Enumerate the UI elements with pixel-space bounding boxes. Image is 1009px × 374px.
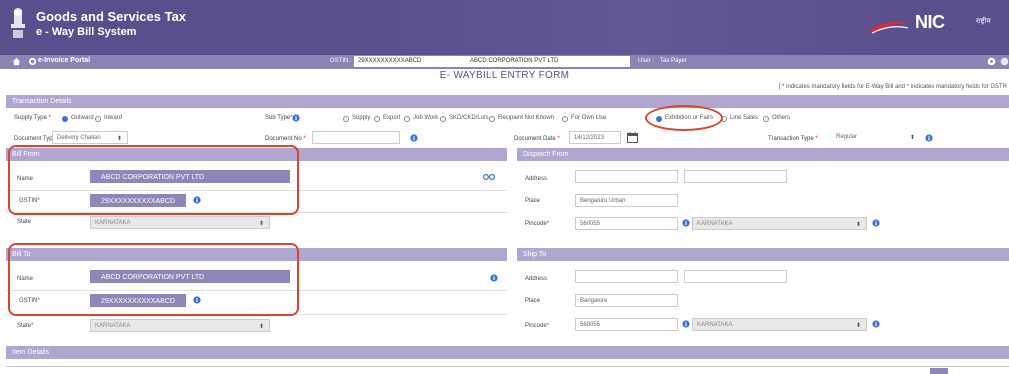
dispatch-from-header: Dispatch From xyxy=(517,148,1009,161)
sub-type-export-radio[interactable] xyxy=(374,116,380,122)
nav-user-value: Tax Payer xyxy=(660,58,687,64)
supply-type-outward-label: Outward xyxy=(71,115,94,121)
ship-pincode-label: Pincode* xyxy=(525,323,550,329)
dispatch-pincode-input[interactable]: 560055 xyxy=(575,217,678,230)
info-icon[interactable] xyxy=(292,114,300,122)
header-decoration xyxy=(360,0,920,55)
supply-type-inward-label: Inward xyxy=(104,115,123,121)
sub-type-jobwork-label: Job Work xyxy=(413,115,439,121)
bill-from-highlight-annotation xyxy=(8,145,299,215)
sub-type-ownuse-label: For Own Use xyxy=(571,115,607,121)
calendar-icon[interactable] xyxy=(627,132,638,143)
chevron-down-icon: ⬍ xyxy=(855,323,861,329)
settings-icon[interactable] xyxy=(1000,57,1009,66)
nav-user-label: User : xyxy=(638,58,655,64)
nav-corporation-name: ABCD CORPORATION PVT LTD xyxy=(462,56,630,67)
transaction-type-label: Transaction Type * xyxy=(768,136,818,142)
item-table-header-line xyxy=(6,366,1009,367)
info-icon[interactable] xyxy=(925,134,933,142)
item-details-header: Item Details xyxy=(6,346,1009,359)
ship-address-label: Address xyxy=(525,276,548,282)
info-icon[interactable] xyxy=(872,219,880,227)
info-icon[interactable] xyxy=(490,274,498,282)
app-subtitle: e - Way Bill System xyxy=(36,26,137,38)
ship-place-input[interactable]: Bangalore xyxy=(575,294,678,307)
dispatch-address-label: Address xyxy=(525,176,548,182)
dispatch-state-select[interactable]: KARNATAKA ⬍ xyxy=(692,217,867,230)
ship-to-header: Ship To xyxy=(517,248,1009,261)
document-date-input[interactable]: 14/12/2023 xyxy=(569,131,621,144)
mandatory-note: [ * indicates mandatory fields for E-Way… xyxy=(778,84,1007,90)
bill-to-highlight-annotation xyxy=(8,243,299,316)
search-icon[interactable] xyxy=(483,173,495,181)
document-no-input[interactable] xyxy=(312,131,400,144)
top-nav-bar: e-Invoice Portal GSTIN : 29XXXXXXXXXXABC… xyxy=(0,55,1009,69)
e-invoice-portal-link[interactable]: e-Invoice Portal xyxy=(38,57,90,64)
sub-type-export-label: Export xyxy=(383,115,401,121)
chevron-down-icon: ⬍ xyxy=(909,135,915,141)
sub-type-recipient-radio[interactable] xyxy=(489,116,495,122)
national-emblem-icon xyxy=(11,8,25,38)
e-invoice-logo-icon xyxy=(28,57,37,66)
dispatch-pincode-label: Pincode* xyxy=(525,221,550,227)
chevron-down-icon: ⬍ xyxy=(855,222,861,228)
ship-address-line2-input[interactable] xyxy=(684,270,787,283)
nav-gstin-label: GSTIN : xyxy=(330,58,352,64)
info-icon[interactable] xyxy=(682,219,690,227)
ship-state-select[interactable]: KARNATAKA ⬍ xyxy=(692,318,867,331)
sub-type-others-label: Others xyxy=(772,115,791,121)
info-icon[interactable] xyxy=(682,320,690,328)
sub-type-supply-label: Supply xyxy=(352,115,371,121)
nav-gstin-value: 29XXXXXXXXXXABCD xyxy=(354,56,462,67)
transaction-details-header: Transaction Details xyxy=(6,95,1009,108)
sub-type-supply-radio[interactable] xyxy=(343,116,349,122)
bill-from-state-select[interactable]: KARNATAKA ⬍ xyxy=(90,216,270,229)
bill-from-state-label: State xyxy=(17,219,32,225)
sub-type-others-radio[interactable] xyxy=(763,116,769,122)
bill-to-state-select[interactable]: KARNATAKA ⬍ xyxy=(90,319,270,332)
ship-pincode-input[interactable]: 560055 xyxy=(575,318,678,331)
chevron-down-icon: ⬍ xyxy=(258,221,264,227)
chevron-down-icon: ⬍ xyxy=(258,324,264,330)
app-title: Goods and Services Tax xyxy=(36,9,187,24)
swoosh-logo-icon xyxy=(870,22,912,34)
transaction-type-select[interactable]: Regular ⬍ xyxy=(832,131,920,144)
sub-type-jobwork-radio[interactable] xyxy=(404,116,410,122)
app-header: Goods and Services Tax e - Way Bill Syst… xyxy=(0,0,1009,55)
sub-type-skd-label: SKD/CKD/Lots xyxy=(449,115,489,121)
dispatch-address-line2-input[interactable] xyxy=(684,170,787,183)
supply-type-label: Supply Type * xyxy=(14,115,51,121)
supply-type-outward-radio[interactable] xyxy=(62,116,68,122)
sub-type-ownuse-radio[interactable] xyxy=(562,116,568,122)
document-type-select[interactable]: Delivery Challan ⬍ xyxy=(52,131,128,144)
sub-type-recipient-label: Recipient Not Known xyxy=(498,115,555,121)
dispatch-place-input[interactable]: Bengaluru Urban xyxy=(575,194,678,207)
sub-type-label: Sub Type* xyxy=(265,115,293,121)
add-item-button[interactable] xyxy=(930,368,948,374)
dispatch-address-line1-input[interactable] xyxy=(575,170,678,183)
document-no-label: Document No * xyxy=(265,136,306,142)
sub-type-linesales-label: Line Sales xyxy=(730,115,759,121)
help-icon[interactable] xyxy=(987,57,996,66)
info-icon[interactable] xyxy=(410,134,418,142)
bill-to-state-label: State* xyxy=(17,323,34,329)
chevron-down-icon: ⬍ xyxy=(116,136,122,142)
home-icon[interactable] xyxy=(12,57,21,66)
document-date-label: Document Date * xyxy=(514,136,560,142)
sub-type-skd-radio[interactable] xyxy=(440,116,446,122)
ship-address-line1-input[interactable] xyxy=(575,270,678,283)
info-icon[interactable] xyxy=(872,320,880,328)
form-title: E- WAYBILL ENTRY FORM xyxy=(439,70,570,81)
nic-logo-subtext: राष्ट्रीय xyxy=(976,18,991,25)
nic-logo: NIC xyxy=(915,12,945,32)
ship-place-label: Place xyxy=(525,298,541,304)
exhibition-highlight-annotation xyxy=(645,105,723,131)
dispatch-place-label: Place xyxy=(525,198,541,204)
supply-type-inward-radio[interactable] xyxy=(95,116,101,122)
